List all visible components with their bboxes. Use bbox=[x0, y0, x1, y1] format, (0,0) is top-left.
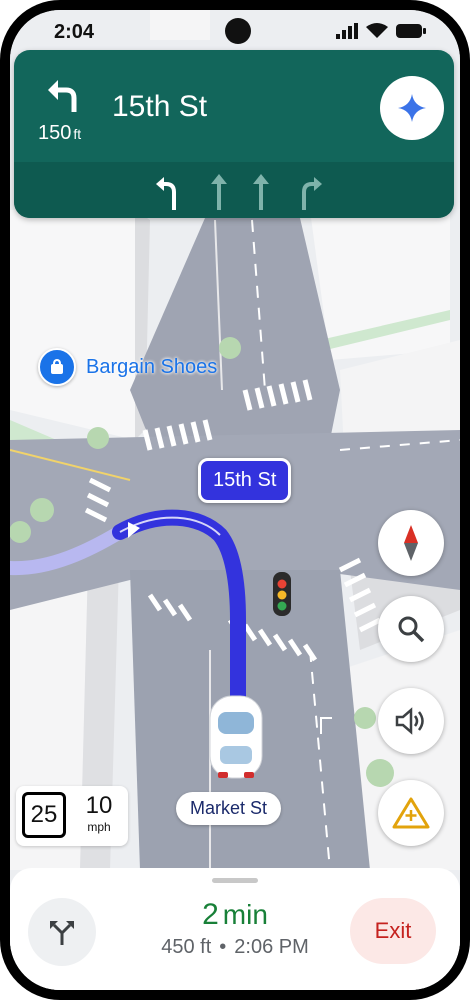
lane-straight-icon bbox=[211, 174, 227, 210]
separator-dot: • bbox=[219, 936, 227, 958]
eta-unit: min bbox=[222, 899, 268, 930]
eta-details: 450 ft • 2:06 PM bbox=[110, 936, 360, 959]
arrival-time: 2:06 PM bbox=[234, 936, 309, 958]
distance-value: 150 bbox=[38, 122, 72, 144]
wifi-icon bbox=[366, 23, 388, 38]
trip-summary-sheet[interactable]: 2 min 450 ft • 2:06 PM Exit bbox=[10, 868, 460, 990]
speed-indicator: 25 10 mph bbox=[16, 786, 128, 846]
search-icon bbox=[398, 616, 425, 643]
search-button[interactable] bbox=[378, 596, 444, 662]
volume-icon bbox=[395, 707, 424, 735]
status-bar: 2:04 bbox=[10, 10, 460, 54]
current-road-label: Market St bbox=[176, 792, 282, 825]
maneuver-distance: 150 ft bbox=[38, 122, 81, 145]
fork-route-icon bbox=[50, 921, 74, 945]
turn-left-icon bbox=[48, 80, 77, 112]
gemini-assistant-button[interactable] bbox=[380, 76, 444, 140]
next-maneuver: 150 ft 15th St bbox=[14, 50, 454, 162]
lane-turn-left-icon bbox=[156, 177, 176, 210]
screen: 2:04 150 ft 15th St Bargain Shoes 15th S… bbox=[10, 10, 460, 990]
status-time: 2:04 bbox=[54, 21, 95, 43]
sound-button[interactable] bbox=[378, 688, 444, 754]
traffic-light-icon bbox=[273, 572, 291, 616]
exit-navigation-button[interactable]: Exit bbox=[350, 898, 436, 964]
speed-limit-sign: 25 bbox=[22, 792, 66, 838]
lane-guidance bbox=[14, 162, 454, 218]
compass-icon bbox=[404, 525, 418, 561]
compass-button[interactable] bbox=[378, 510, 444, 576]
report-incident-icon bbox=[392, 797, 430, 829]
signal-icon bbox=[336, 23, 358, 39]
battery-icon bbox=[396, 24, 426, 38]
status-icons bbox=[336, 23, 426, 39]
eta-duration: 2 min bbox=[110, 898, 360, 932]
phone-frame: 2:04 150 ft 15th St Bargain Shoes 15th S… bbox=[0, 0, 470, 1000]
drag-handle[interactable] bbox=[212, 878, 258, 883]
eta-info: 2 min 450 ft • 2:06 PM bbox=[110, 898, 360, 959]
next-street-name: 15th St bbox=[112, 90, 208, 123]
distance-unit: ft bbox=[73, 126, 82, 142]
lane-straight-icon bbox=[253, 174, 269, 210]
remaining-distance: 450 ft bbox=[161, 936, 212, 958]
eta-minutes: 2 bbox=[202, 898, 219, 931]
lane-turn-right-icon bbox=[302, 177, 322, 210]
front-camera bbox=[225, 18, 251, 44]
poi-label: Bargain Shoes bbox=[86, 355, 218, 378]
sparkle-icon bbox=[398, 94, 426, 122]
alternate-routes-button[interactable] bbox=[28, 898, 96, 966]
current-speed-value: 10 bbox=[85, 792, 113, 819]
turn-street-callout: 15th St bbox=[198, 458, 292, 503]
vehicle-icon bbox=[209, 695, 263, 779]
navigation-banner[interactable]: 150 ft 15th St bbox=[14, 50, 454, 218]
current-speed: 10 mph bbox=[76, 794, 122, 836]
poi-bargain-shoes[interactable]: Bargain Shoes bbox=[38, 348, 217, 386]
shopping-bag-icon bbox=[38, 348, 76, 386]
speed-unit: mph bbox=[87, 820, 111, 834]
report-incident-button[interactable] bbox=[378, 780, 444, 846]
